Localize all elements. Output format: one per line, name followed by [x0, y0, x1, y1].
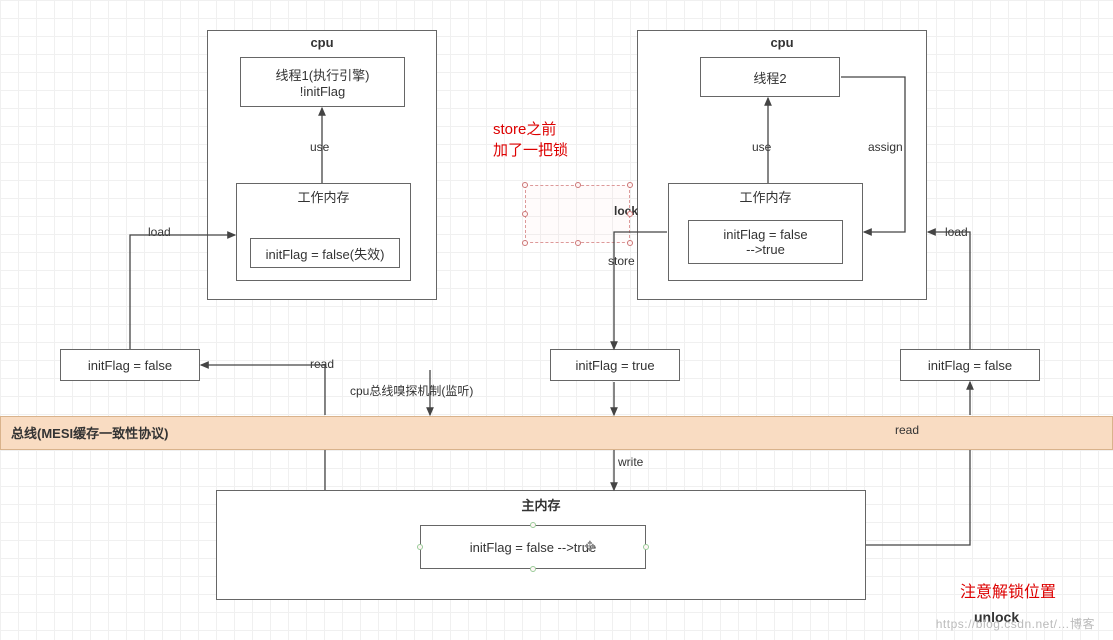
- move-icon: ✥: [584, 538, 596, 555]
- cpu1-load-label: load: [148, 225, 171, 239]
- handle-w[interactable]: [522, 211, 528, 217]
- cpu2-store-var: initFlag = true: [550, 349, 680, 381]
- cpu2-cache-value: initFlag = false -->true: [688, 220, 843, 264]
- cpu1-thread: 线程1(执行引擎) !initFlag: [240, 57, 405, 107]
- cpu1-sniff-label: cpu总线嗅探机制(监听): [350, 382, 473, 399]
- watermark: https://blog.csdn.net/…博客: [936, 615, 1095, 632]
- mm-handle-s[interactable]: [530, 566, 536, 572]
- handle-e[interactable]: [627, 211, 633, 217]
- main-memory-title: 主内存: [217, 495, 865, 514]
- mm-handle-n[interactable]: [530, 522, 536, 528]
- handle-ne[interactable]: [627, 182, 633, 188]
- handle-se[interactable]: [627, 240, 633, 246]
- handle-nw[interactable]: [522, 182, 528, 188]
- annotation-unlock-note: 注意解锁位置: [960, 578, 1056, 602]
- cpu1-local-var: initFlag = false: [60, 349, 200, 381]
- cpu2-load-label: load: [945, 225, 968, 239]
- cpu2-assign-label: assign: [868, 140, 903, 154]
- cpu2-read-label: read: [895, 423, 919, 437]
- cpu1-title: cpu: [208, 35, 436, 50]
- cpu1-read-label: read: [310, 357, 334, 371]
- handle-n[interactable]: [575, 182, 581, 188]
- mm-handle-w[interactable]: [417, 544, 423, 550]
- cpu2-write-label: write: [618, 455, 643, 469]
- cpu2-thread: 线程2: [700, 57, 840, 97]
- diagram-stage: cpu 线程1(执行引擎) !initFlag 工作内存 initFlag = …: [0, 0, 1113, 640]
- main-memory-text: initFlag = false -->true: [470, 540, 596, 555]
- cpu2-store-label: store: [608, 254, 635, 268]
- cpu2-use-label: use: [752, 140, 771, 154]
- bus-label: 总线(MESI缓存一致性协议): [11, 426, 168, 441]
- annotation-before-store: store之前 加了一把锁: [493, 118, 568, 160]
- cpu1-workmem-label: 工作内存: [237, 187, 410, 206]
- bus-bar: 总线(MESI缓存一致性协议): [0, 416, 1113, 450]
- mm-handle-e[interactable]: [643, 544, 649, 550]
- cpu2-title: cpu: [638, 35, 926, 50]
- handle-s[interactable]: [575, 240, 581, 246]
- lock-label: lock: [614, 204, 638, 218]
- cpu1-cache-value: initFlag = false(失效): [250, 238, 400, 268]
- cpu2-load-var: initFlag = false: [900, 349, 1040, 381]
- handle-sw[interactable]: [522, 240, 528, 246]
- main-memory-value[interactable]: initFlag = false -->true ✥: [420, 525, 646, 569]
- cpu2-workmem-label: 工作内存: [669, 187, 862, 206]
- cpu1-use-label: use: [310, 140, 329, 154]
